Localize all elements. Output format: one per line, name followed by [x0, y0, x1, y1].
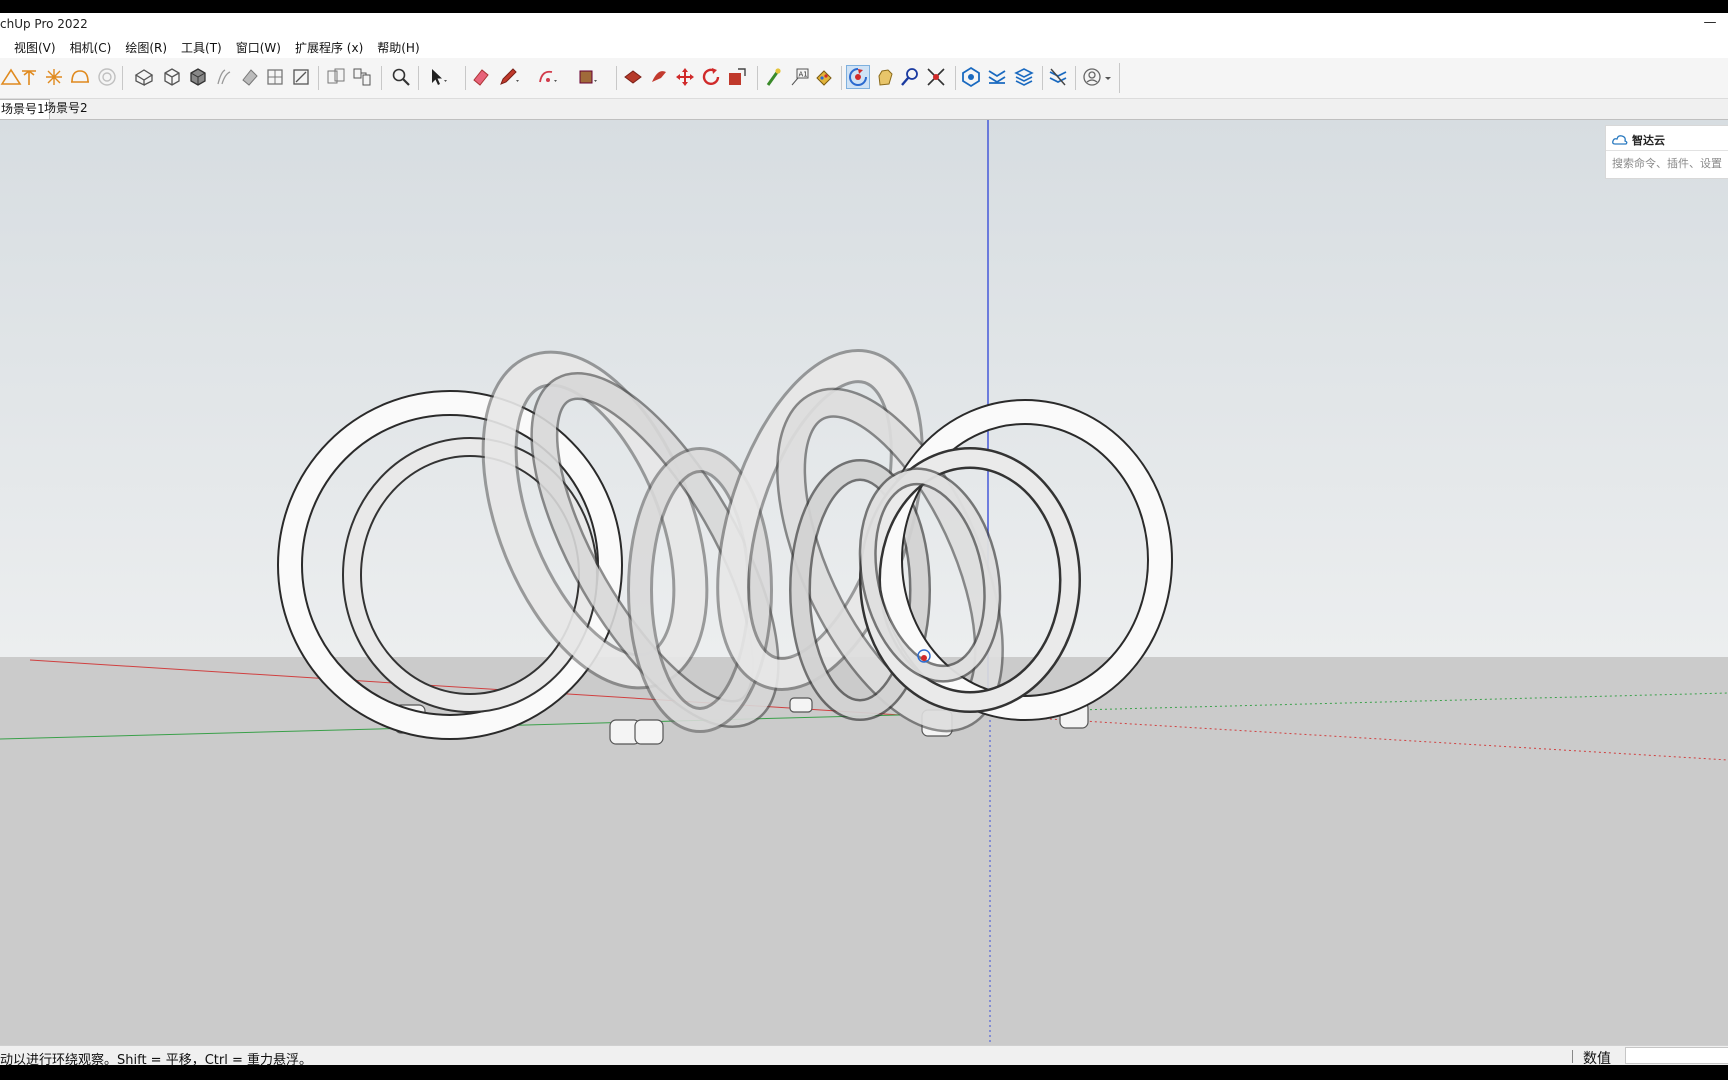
svg-text:A1: A1 [799, 71, 808, 79]
menu-view[interactable]: 视图(V) [14, 37, 56, 58]
iso-view-icon[interactable] [161, 66, 183, 88]
extension-icon[interactable] [986, 66, 1008, 88]
layers-icon[interactable] [1013, 66, 1035, 88]
top-view-icon[interactable] [187, 66, 209, 88]
text-icon[interactable]: A1 [789, 66, 811, 88]
toolbar-separator [465, 66, 466, 90]
section-plane-icon[interactable] [43, 66, 65, 88]
cloud-panel[interactable]: 智达云 搜索命令、插件、设置 [1605, 125, 1728, 179]
modeling-viewport[interactable]: 智达云 搜索命令、插件、设置 [0, 120, 1728, 1045]
left-view-icon[interactable] [290, 66, 312, 88]
back-view-icon[interactable] [264, 66, 286, 88]
eraser-icon[interactable] [470, 66, 492, 88]
orbit-icon[interactable] [846, 65, 870, 89]
group-icon[interactable] [325, 66, 347, 88]
cloud-panel-title: 智达云 [1632, 134, 1665, 147]
menu-bar: 视图(V) 相机(C) 绘图(R) 工具(T) 窗口(W) 扩展程序 (x) 帮… [0, 36, 1728, 58]
component-icon[interactable] [351, 66, 373, 88]
styles-icon[interactable] [1047, 66, 1069, 88]
menu-camera[interactable]: 相机(C) [70, 37, 112, 58]
toolbar-separator [1042, 66, 1043, 90]
zoom-icon[interactable] [390, 66, 412, 88]
main-toolbar: A1 [0, 58, 1728, 99]
tape-measure-icon[interactable] [762, 66, 784, 88]
menu-tools[interactable]: 工具(T) [181, 37, 222, 58]
scale-icon[interactable] [726, 66, 748, 88]
toolbar-separator [955, 66, 956, 90]
status-bar: 动以进行环绕观察。Shift = 平移，Ctrl = 重力悬浮。 数值 [0, 1045, 1728, 1065]
toolbar-separator [841, 66, 842, 90]
app-window: chUp Pro 2022 — 视图(V) 相机(C) 绘图(R) 工具(T) … [0, 13, 1728, 1065]
title-bar: chUp Pro 2022 — [0, 13, 1728, 36]
scene-tabs: 场景号1 场景号2 [0, 99, 1728, 120]
toolbar-separator [757, 66, 758, 90]
pencil-icon[interactable] [497, 66, 519, 88]
zoom-extents-icon[interactable] [925, 66, 947, 88]
standard-views-icon[interactable] [133, 66, 155, 88]
toolbar-separator [1075, 66, 1076, 90]
toolbar-separator [318, 66, 319, 90]
move-icon[interactable] [674, 66, 696, 88]
toolbar-separator [381, 66, 382, 90]
cloud-panel-header: 智达云 [1612, 131, 1665, 149]
target-icon[interactable] [96, 66, 118, 88]
toolbar-separator [418, 66, 419, 90]
hard-hat-icon[interactable] [69, 66, 91, 88]
toolbar-separator [616, 66, 617, 90]
scene-tab-2[interactable]: 场景号2 [40, 99, 92, 118]
arc-icon[interactable] [536, 66, 558, 88]
measurements-label: 数值 [1583, 1051, 1611, 1065]
toolbar-separator [122, 66, 123, 90]
warehouse-icon[interactable] [960, 66, 982, 88]
menu-extensions[interactable]: 扩展程序 (x) [295, 37, 363, 58]
menu-help[interactable]: 帮助(H) [377, 37, 419, 58]
menu-window[interactable]: 窗口(W) [236, 37, 281, 58]
minimize-button[interactable]: — [1700, 13, 1720, 33]
right-view-icon[interactable] [239, 66, 261, 88]
pan-icon[interactable] [874, 66, 896, 88]
select-icon[interactable] [426, 66, 448, 88]
status-hint: 动以进行环绕观察。Shift = 平移，Ctrl = 重力悬浮。 [0, 1053, 312, 1065]
axes-icon[interactable] [18, 66, 40, 88]
cloud-search-input[interactable]: 搜索命令、插件、设置 [1606, 150, 1728, 176]
toolbar-end [1119, 63, 1120, 93]
window-title: chUp Pro 2022 [0, 17, 88, 31]
front-view-icon[interactable] [213, 66, 235, 88]
paint-bucket-icon[interactable] [813, 66, 835, 88]
menu-draw[interactable]: 绘图(R) [125, 37, 167, 58]
rectangle-icon[interactable] [576, 66, 598, 88]
cloud-icon [1612, 135, 1628, 145]
follow-me-icon[interactable] [648, 66, 670, 88]
measurements-input[interactable] [1625, 1047, 1728, 1064]
push-pull-icon[interactable] [622, 66, 644, 88]
zoom-tool-icon[interactable] [899, 66, 921, 88]
3d-scene[interactable] [0, 120, 1728, 1045]
account-icon[interactable] [1081, 66, 1103, 88]
rotate-icon[interactable] [700, 66, 722, 88]
chevron-down-icon[interactable] [1103, 66, 1113, 88]
status-separator [1572, 1050, 1573, 1063]
